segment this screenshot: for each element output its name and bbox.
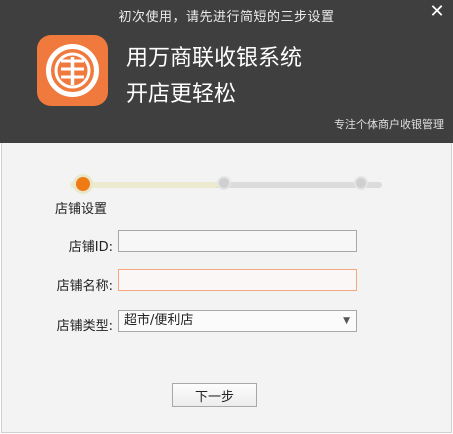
dropdown-arrow-icon: ▼: [343, 316, 350, 326]
yen-coin-icon: [46, 44, 99, 97]
setup-window: 初次使用，请先进行简短的三步设置 ✕ 用万商联收银系统 开店更轻松 专注个体商户…: [0, 0, 453, 434]
close-icon[interactable]: ✕: [427, 2, 447, 22]
store-id-input[interactable]: [118, 230, 357, 252]
store-name-input[interactable]: [118, 269, 357, 291]
store-type-label: 店铺类型:: [56, 319, 113, 334]
brand-tagline: 专注个体商户收银管理: [334, 118, 444, 131]
brand-slogan: 开店更轻松: [126, 82, 237, 107]
store-type-select[interactable]: 超市/便利店 ▼: [118, 310, 357, 332]
step-progress: [64, 175, 382, 195]
brand-title: 用万商联收银系统: [126, 46, 303, 71]
step-3-indicator: [354, 176, 368, 190]
store-name-label: 店铺名称:: [56, 279, 113, 294]
header-banner: 初次使用，请先进行简短的三步设置 ✕ 用万商联收银系统 开店更轻松 专注个体商户…: [0, 0, 453, 143]
store-type-value: 超市/便利店: [124, 313, 194, 328]
step-1-indicator: [76, 177, 90, 191]
step-2-indicator: [217, 176, 231, 190]
next-step-button[interactable]: 下一步: [172, 383, 257, 407]
step-track-fill: [70, 182, 218, 188]
current-step-label: 店铺设置: [55, 202, 108, 217]
window-title: 初次使用，请先进行简短的三步设置: [118, 10, 335, 25]
store-id-label: 店铺ID:: [68, 240, 113, 255]
brand-logo: [37, 35, 108, 106]
